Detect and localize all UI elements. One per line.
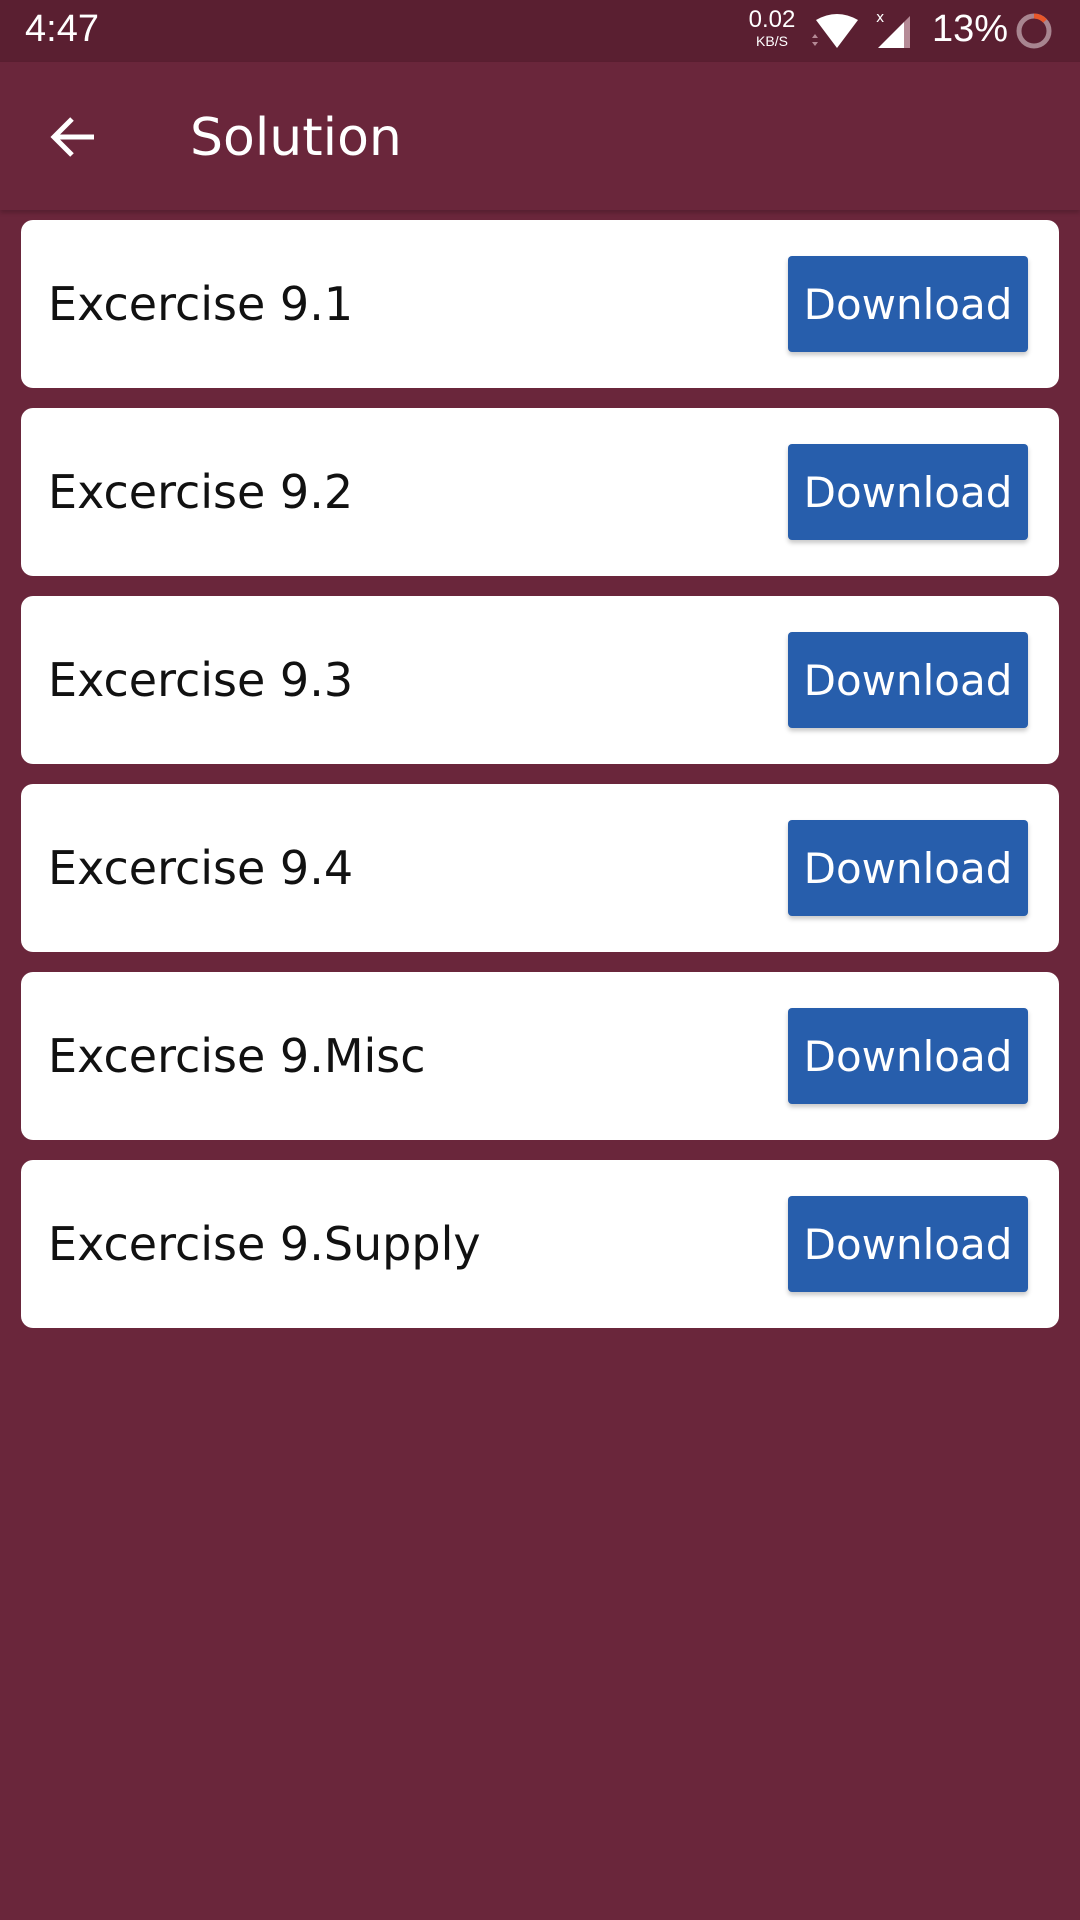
download-button[interactable]: Download	[788, 1008, 1028, 1104]
no-sim-badge: x	[876, 10, 884, 26]
list-item: Excercise 9.Supply Download	[21, 1160, 1059, 1328]
network-speed-value: 0.02	[748, 6, 796, 33]
list-item: Excercise 9.3 Download	[21, 596, 1059, 764]
battery-percent: 13%	[932, 8, 1009, 50]
list-item: Excercise 9.2 Download	[21, 408, 1059, 576]
arrow-left-icon	[50, 117, 94, 157]
cellular-signal-icon: x	[876, 10, 910, 48]
download-button[interactable]: Download	[788, 444, 1028, 540]
exercise-title: Excercise 9.4	[48, 841, 354, 895]
exercise-title: Excercise 9.Supply	[48, 1217, 481, 1271]
status-time: 4:47	[25, 8, 99, 50]
wifi-icon	[812, 14, 858, 48]
exercise-title: Excercise 9.3	[48, 653, 354, 707]
app-bar: Solution	[0, 62, 1080, 210]
network-speed-unit: KB/S	[756, 33, 788, 49]
download-button[interactable]: Download	[788, 820, 1028, 916]
exercise-title: Excercise 9.Misc	[48, 1029, 426, 1083]
download-button[interactable]: Download	[788, 1196, 1028, 1292]
list-item: Excercise 9.4 Download	[21, 784, 1059, 952]
status-bar: 4:47 0.02 KB/S x 13%	[0, 0, 1080, 62]
list-item: Excercise 9.Misc Download	[21, 972, 1059, 1140]
download-button[interactable]: Download	[788, 256, 1028, 352]
exercise-title: Excercise 9.2	[48, 465, 354, 519]
list-item: Excercise 9.1 Download	[21, 220, 1059, 388]
exercise-list: Excercise 9.1 Download Excercise 9.2 Dow…	[21, 220, 1059, 1348]
page-title: Solution	[190, 108, 402, 168]
exercise-title: Excercise 9.1	[48, 277, 354, 331]
download-button[interactable]: Download	[788, 632, 1028, 728]
network-speed: 0.02 KB/S	[742, 6, 802, 49]
back-button[interactable]	[40, 104, 106, 170]
battery-icon	[1016, 13, 1052, 49]
